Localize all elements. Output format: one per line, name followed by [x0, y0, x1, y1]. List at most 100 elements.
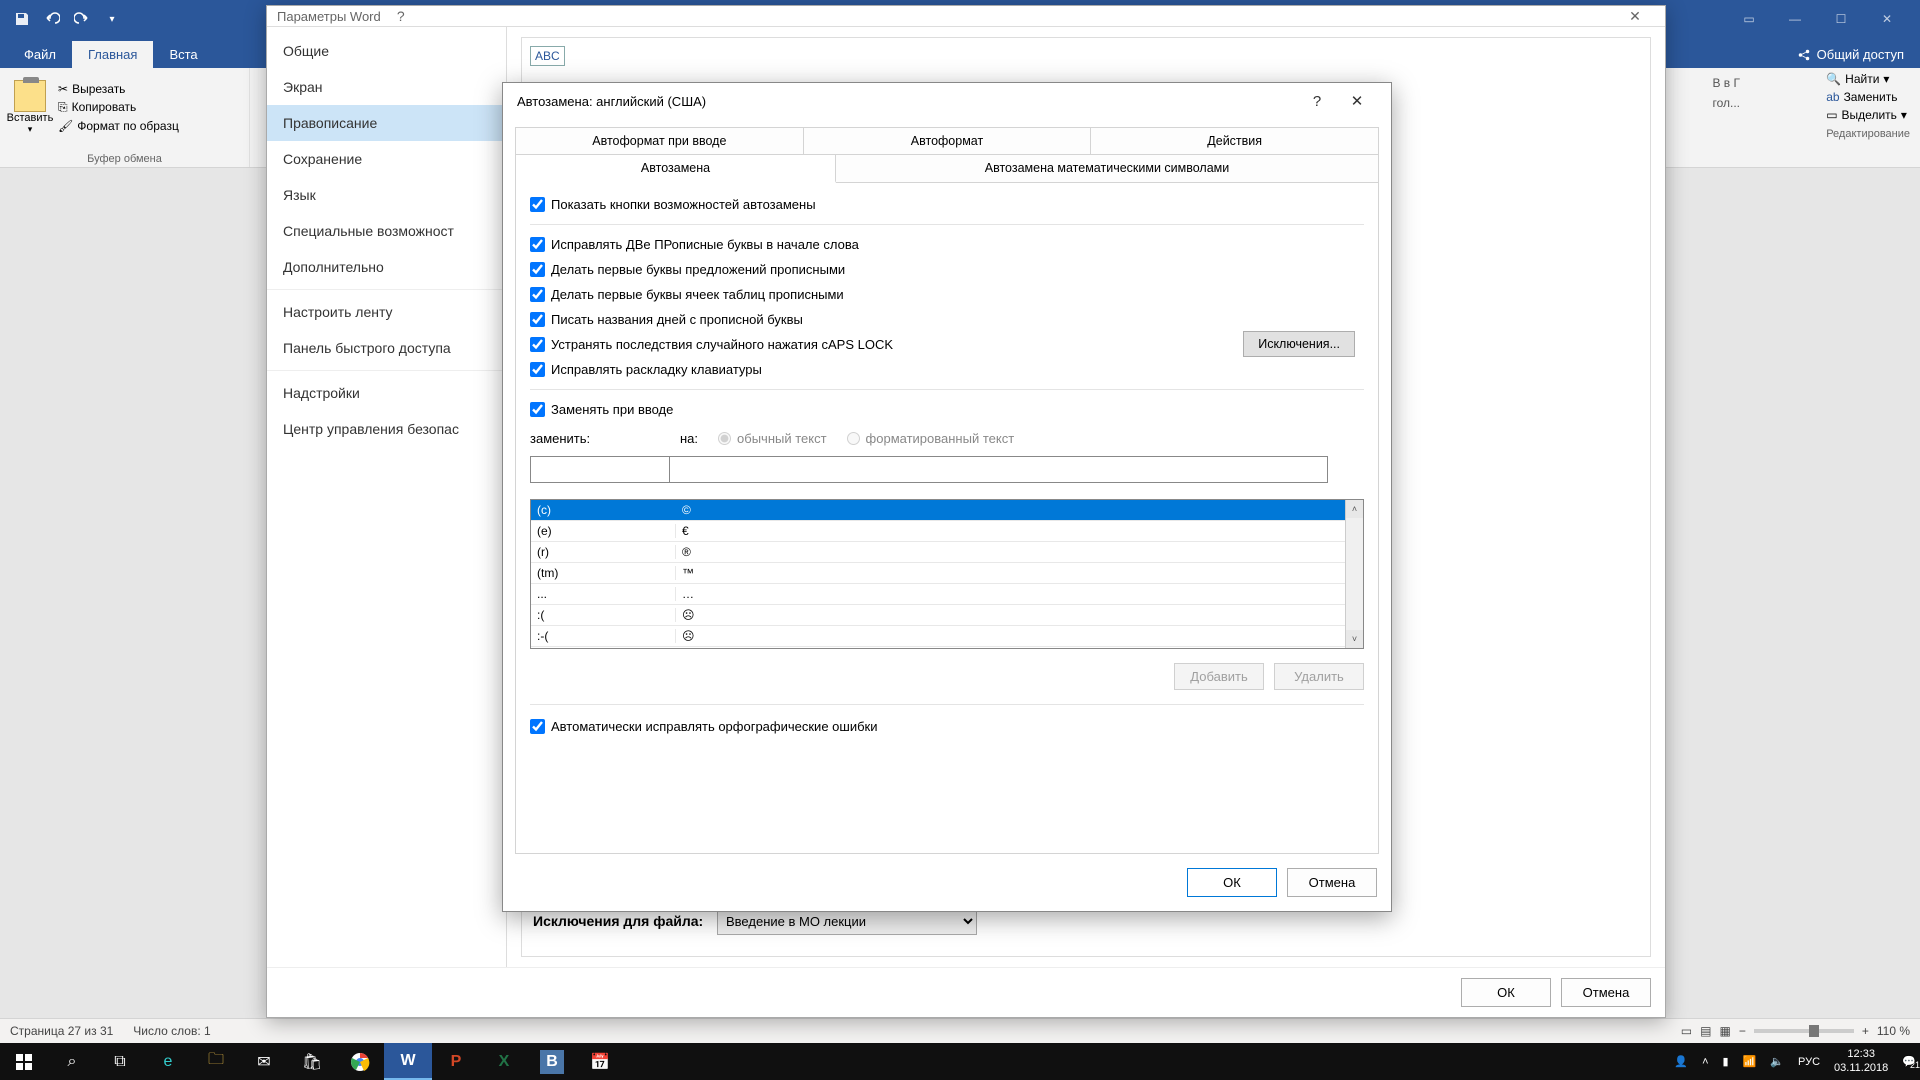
exceptions-file-select[interactable]: Введение в МО лекции [717, 908, 977, 935]
redo-icon[interactable] [68, 5, 96, 33]
cb-replace-type[interactable]: Заменять при вводе [530, 402, 1364, 417]
zoom-in-button[interactable]: + [1862, 1024, 1869, 1038]
add-button[interactable]: Добавить [1174, 663, 1264, 690]
options-ok-button[interactable]: ОК [1461, 978, 1551, 1007]
clock[interactable]: 12:33 03.11.2018 [1834, 1048, 1888, 1074]
ribbon-options-icon[interactable]: ▭ [1726, 4, 1772, 34]
people-icon[interactable]: 👤 [1674, 1055, 1688, 1068]
radio-formatted[interactable]: форматированный текст [847, 431, 1015, 446]
tab-file[interactable]: Файл [8, 41, 72, 68]
view-read-icon[interactable]: ▭ [1681, 1024, 1692, 1038]
wifi-icon[interactable]: 📶 [1743, 1055, 1757, 1068]
ac-tab-autoformat-type[interactable]: Автоформат при вводе [516, 128, 804, 154]
word-icon[interactable]: W [384, 1043, 432, 1080]
table-row[interactable]: (tm)™ [531, 563, 1345, 584]
ac-tab-math[interactable]: Автозамена математическими символами [836, 155, 1378, 182]
table-row[interactable]: :-(☹ [531, 626, 1345, 647]
ac-tab-autocorrect[interactable]: Автозамена [516, 155, 836, 183]
action-center-icon[interactable]: 💬21 [1902, 1055, 1916, 1068]
replace-button[interactable]: abЗаменить [1826, 90, 1910, 104]
explorer-icon[interactable]: 🗀 [192, 1043, 240, 1080]
mail-icon[interactable]: ✉ [240, 1043, 288, 1080]
ac-tab-actions[interactable]: Действия [1091, 128, 1378, 154]
status-page[interactable]: Страница 27 из 31 [10, 1024, 113, 1038]
nav-proofing[interactable]: Правописание [267, 105, 506, 141]
ac-close-button[interactable]: ✕ [1337, 92, 1377, 110]
replace-input[interactable] [530, 456, 670, 483]
start-button[interactable] [0, 1043, 48, 1080]
options-help-button[interactable]: ? [381, 8, 421, 24]
cb-cells[interactable]: Делать первые буквы ячеек таблиц прописн… [530, 287, 1364, 302]
maximize-icon[interactable]: ☐ [1818, 4, 1864, 34]
vk-icon[interactable]: В [540, 1050, 564, 1074]
ac-tab-autoformat[interactable]: Автоформат [804, 128, 1092, 154]
ac-help-button[interactable]: ? [1297, 93, 1337, 110]
table-row[interactable]: (c)© [531, 500, 1345, 521]
table-row[interactable]: :(☹ [531, 605, 1345, 626]
nav-save[interactable]: Сохранение [267, 141, 506, 177]
table-row[interactable]: (e)€ [531, 521, 1345, 542]
status-words[interactable]: Число слов: 1 [133, 1024, 210, 1038]
tray-chevron-icon[interactable]: ˄ [1702, 1056, 1708, 1068]
edge-icon[interactable]: e [144, 1043, 192, 1080]
ac-ok-button[interactable]: ОК [1187, 868, 1277, 897]
calendar-icon[interactable]: 📅 [576, 1043, 624, 1080]
with-input[interactable] [670, 456, 1328, 483]
delete-button[interactable]: Удалить [1274, 663, 1364, 690]
format-painter-button[interactable]: 🖌Формат по образц [58, 119, 179, 133]
paste-button[interactable]: Вставить ▾ [6, 72, 54, 142]
cb-show-buttons[interactable]: Показать кнопки возможностей автозамены [530, 197, 1364, 212]
language-indicator[interactable]: РУС [1798, 1056, 1820, 1068]
options-cancel-button[interactable]: Отмена [1561, 978, 1651, 1007]
zoom-slider[interactable] [1754, 1029, 1854, 1033]
scroll-up-icon[interactable]: ˄ [1346, 500, 1363, 518]
taskview-button[interactable]: ⧉ [96, 1043, 144, 1080]
tab-home[interactable]: Главная [72, 41, 153, 68]
exceptions-button[interactable]: Исключения... [1243, 331, 1355, 357]
nav-general[interactable]: Общие [267, 33, 506, 69]
nav-addins[interactable]: Надстройки [267, 375, 506, 411]
close-icon[interactable]: ✕ [1864, 4, 1910, 34]
volume-icon[interactable]: 🔈 [1770, 1055, 1784, 1068]
cb-days[interactable]: Писать названия дней с прописной буквы [530, 312, 1364, 327]
search-button[interactable]: ⌕ [48, 1043, 96, 1080]
zoom-out-button[interactable]: − [1739, 1024, 1746, 1038]
cb-caps-lock[interactable]: Устранять последствия случайного нажатия… [530, 337, 1364, 352]
powerpoint-icon[interactable]: P [432, 1043, 480, 1080]
table-row[interactable]: (r)® [531, 542, 1345, 563]
cb-spell[interactable]: Автоматически исправлять орфографические… [530, 719, 1364, 734]
ac-table[interactable]: (c)©(e)€(r)®(tm)™...…:(☹:-(☹ ˄ ˅ [530, 499, 1364, 649]
ac-scrollbar[interactable]: ˄ ˅ [1345, 500, 1363, 648]
zoom-level[interactable]: 110 % [1877, 1024, 1910, 1038]
find-button[interactable]: 🔍Найти ▾ [1826, 72, 1910, 86]
battery-icon[interactable]: ▮ [1723, 1055, 1729, 1068]
store-icon[interactable]: 🛍 [288, 1043, 336, 1080]
scroll-down-icon[interactable]: ˅ [1346, 630, 1363, 648]
table-row[interactable]: ...… [531, 584, 1345, 605]
tab-insert[interactable]: Вста [153, 41, 213, 68]
nav-display[interactable]: Экран [267, 69, 506, 105]
options-close-button[interactable]: ✕ [1615, 8, 1655, 25]
excel-icon[interactable]: X [480, 1043, 528, 1080]
nav-advanced[interactable]: Дополнительно [267, 249, 506, 285]
cb-keyboard[interactable]: Исправлять раскладку клавиатуры [530, 362, 1364, 377]
view-print-icon[interactable]: ▤ [1700, 1024, 1711, 1038]
cb-sentence[interactable]: Делать первые буквы предложений прописны… [530, 262, 1364, 277]
minimize-icon[interactable]: — [1772, 4, 1818, 34]
view-web-icon[interactable]: ▦ [1719, 1024, 1730, 1038]
nav-language[interactable]: Язык [267, 177, 506, 213]
ac-cancel-button[interactable]: Отмена [1287, 868, 1377, 897]
nav-customize-ribbon[interactable]: Настроить ленту [267, 294, 506, 330]
cut-button[interactable]: ✂Вырезать [58, 82, 179, 96]
undo-icon[interactable] [38, 5, 66, 33]
cb-two-caps[interactable]: Исправлять ДВе ПРописные буквы в начале … [530, 237, 1364, 252]
nav-advanced-acc[interactable]: Специальные возможност [267, 213, 506, 249]
chrome-icon[interactable] [336, 1043, 384, 1080]
copy-button[interactable]: ⎘Копировать [58, 100, 179, 115]
nav-trust-center[interactable]: Центр управления безопас [267, 411, 506, 447]
qat-customize-icon[interactable]: ▾ [98, 5, 126, 33]
select-button[interactable]: ▭Выделить ▾ [1826, 108, 1910, 122]
share-button[interactable]: Общий доступ [1781, 41, 1920, 68]
save-icon[interactable] [8, 5, 36, 33]
radio-plain[interactable]: обычный текст [718, 431, 827, 446]
